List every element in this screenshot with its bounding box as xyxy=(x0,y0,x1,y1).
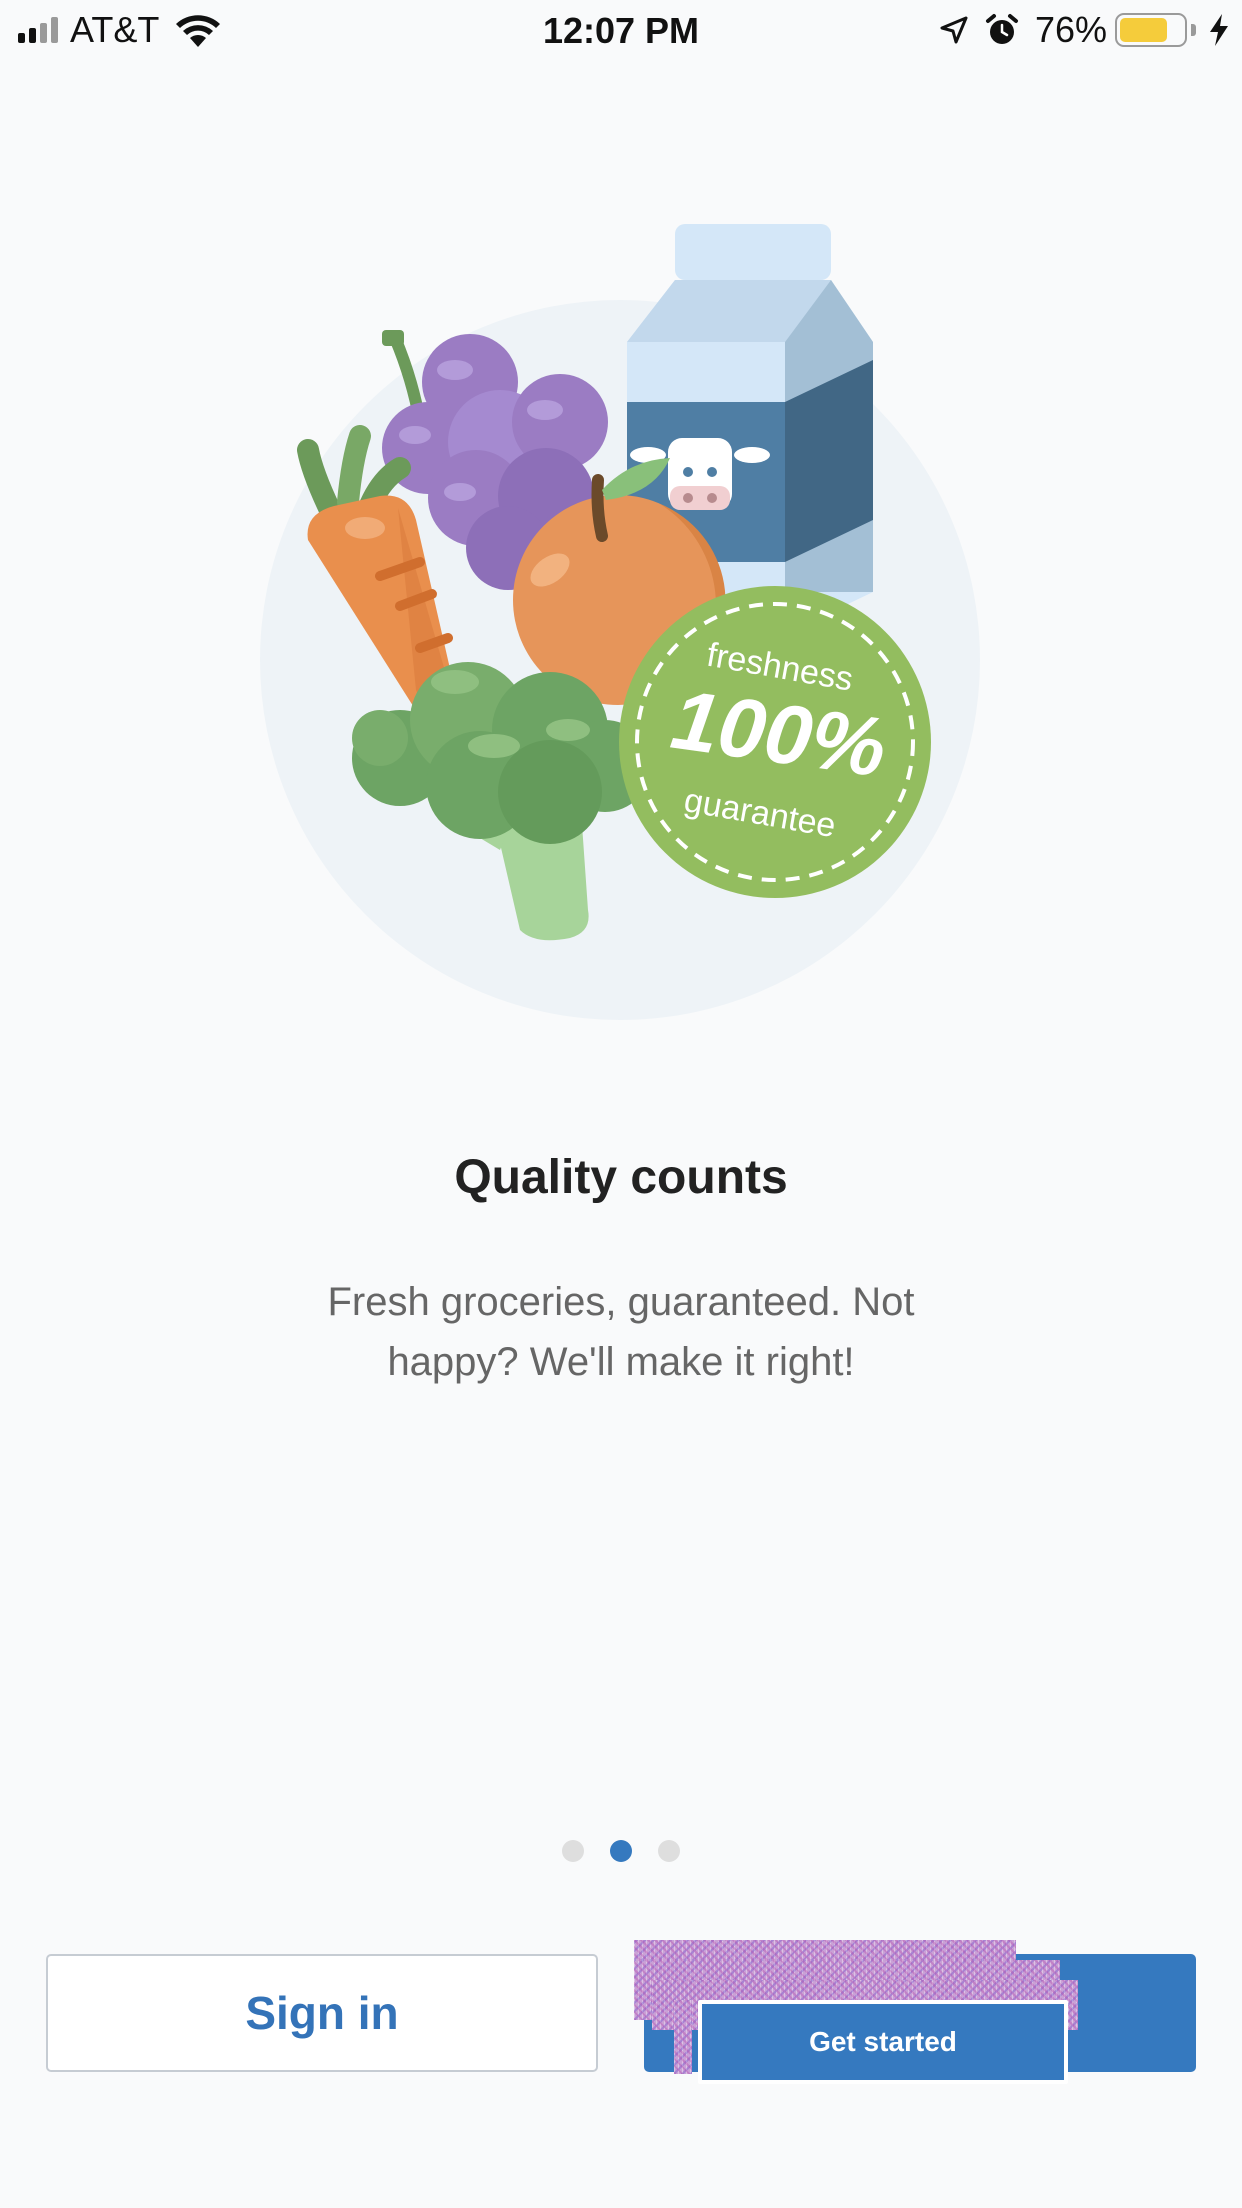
battery-icon xyxy=(1115,13,1187,47)
status-right: 76% xyxy=(939,8,1230,52)
page-dot[interactable] xyxy=(658,1840,680,1862)
sign-in-button[interactable]: Sign in xyxy=(46,1954,598,2072)
groceries-illustration: freshness 100% guarantee xyxy=(250,210,990,1030)
onboarding-title: Quality counts xyxy=(454,1151,788,1204)
page-dot-active[interactable] xyxy=(610,1840,632,1862)
page-indicator[interactable] xyxy=(0,1840,1242,1862)
onboarding-subtitle: Fresh groceries, guaranteed. Not happy? … xyxy=(327,1280,915,1384)
freshness-badge: freshness 100% guarantee xyxy=(619,586,931,898)
page-dot[interactable] xyxy=(562,1840,584,1862)
alarm-icon xyxy=(985,14,1018,44)
get-started-button[interactable]: Get started xyxy=(698,2000,1068,2084)
status-bar: AT&T 12:07 PM 76% xyxy=(0,0,1242,62)
battery-percent: 76% xyxy=(1034,9,1107,50)
battery-level-fill xyxy=(1120,18,1168,42)
redaction-noise xyxy=(674,2000,692,2074)
battery-cap xyxy=(1191,24,1196,36)
charging-bolt-icon xyxy=(1210,14,1228,46)
location-arrow-icon xyxy=(940,16,968,44)
get-started-area: Get started xyxy=(632,1940,1198,2088)
